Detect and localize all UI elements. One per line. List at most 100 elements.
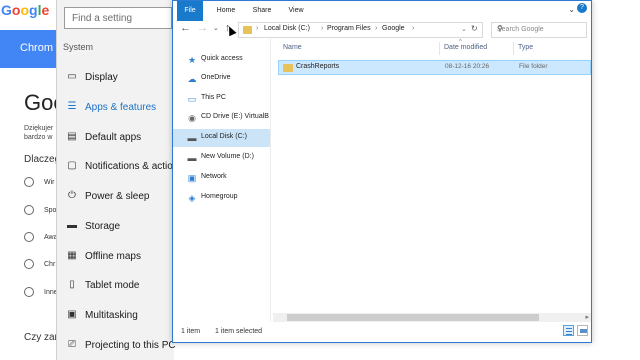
horizontal-scrollbar[interactable]: ▸ (273, 313, 591, 322)
back-arrow-icon[interactable]: ← (180, 22, 191, 34)
radio-option[interactable]: Chr (24, 259, 60, 271)
settings-item-default-apps[interactable]: ▤ Default apps (57, 126, 175, 150)
status-item-count: 1 item (181, 328, 201, 335)
file-row-crashreports[interactable]: CrashReports 08-12-16 20:26 File folder (278, 60, 591, 75)
settings-item-storage[interactable]: ▬ Storage (57, 215, 175, 239)
help-icon[interactable]: ? (577, 3, 587, 13)
display-icon: ▭ (67, 71, 77, 82)
settings-item-power-sleep[interactable]: ⏻ Power & sleep (57, 185, 175, 209)
breadcrumb-separator-icon[interactable]: › (321, 25, 323, 32)
survey-question: Dlaczeg (24, 154, 56, 165)
file-type: File folder (519, 63, 548, 70)
recent-locations-chevron-icon[interactable]: ⌄ (213, 24, 219, 32)
nav-item-homegroup[interactable]: ◈ Homegroup (173, 189, 270, 207)
nav-item-new-volume[interactable]: ▬ New Volume (D:) (173, 149, 270, 167)
radio-circle-icon[interactable] (24, 287, 34, 297)
cd-drive-icon: ◉ (188, 113, 196, 123)
radio-option[interactable]: Awa (24, 232, 60, 244)
address-bar[interactable]: › Local Disk (C:) › Program Files › Goog… (238, 22, 483, 38)
cloud-icon: ☁ (187, 74, 197, 84)
breadcrumb-google[interactable]: Google (382, 25, 405, 32)
large-icons-view-icon[interactable] (577, 325, 588, 336)
star-icon: ★ (187, 55, 197, 65)
refresh-icon[interactable]: ↻ (471, 24, 478, 33)
breadcrumb-separator-icon[interactable]: › (375, 25, 377, 32)
projecting-icon: ⎚ (68, 339, 76, 350)
nav-item-local-disk[interactable]: ▬ Local Disk (C:) (173, 129, 270, 147)
apps-list-icon: ☰ (67, 101, 77, 112)
network-icon: ▣ (187, 173, 197, 183)
settings-section-label: System (63, 42, 94, 52)
header-band-text: Chrom (20, 42, 54, 54)
file-name: CrashReports (296, 63, 340, 70)
nav-item-this-pc[interactable]: ▭ This PC (173, 90, 270, 108)
nav-item-quick-access[interactable]: ★ Quick access (173, 51, 270, 69)
settings-item-projecting[interactable]: ⎚ Projecting to this PC (57, 334, 176, 358)
breadcrumb-program-files[interactable]: Program Files (327, 25, 371, 32)
tab-share[interactable]: Share (247, 1, 277, 21)
settings-item-offline-maps[interactable]: ▦ Offline maps (57, 245, 175, 269)
multitasking-icon: ▣ (67, 309, 77, 320)
scrollbar-thumb[interactable] (287, 314, 539, 321)
column-header-name[interactable]: Name (283, 44, 302, 51)
google-logo: Google (1, 2, 50, 18)
radio-circle-icon[interactable] (24, 259, 34, 269)
nav-item-onedrive[interactable]: ☁ OneDrive (173, 70, 270, 88)
drive-icon: ▬ (187, 153, 197, 163)
column-divider[interactable] (513, 42, 514, 55)
settings-item-display[interactable]: ▭ Display (57, 66, 175, 90)
file-explorer-window: File Home Share View ⌄ ? ← → ⌄ ↑ › Local… (172, 0, 592, 343)
column-header-date[interactable]: Date modified (444, 44, 487, 51)
intro-text-line-2: bardzo w (24, 134, 53, 141)
status-bar: 1 item 1 item selected (173, 323, 591, 342)
nav-item-network[interactable]: ▣ Network (173, 169, 270, 187)
folder-icon (283, 64, 293, 72)
explorer-search-input[interactable]: Search Google ⚲ (491, 22, 587, 38)
radio-option[interactable]: Spo (24, 205, 60, 217)
status-selected: 1 item selected (215, 328, 263, 335)
search-icon: ⚲ (497, 24, 503, 33)
column-header-type[interactable]: Type (518, 44, 533, 51)
breadcrumb-local-disk[interactable]: Local Disk (C:) (264, 25, 310, 32)
settings-search-input[interactable]: Find a setting (64, 7, 172, 29)
tablet-icon: ▯ (69, 279, 75, 290)
radio-option[interactable]: Inne (24, 287, 60, 299)
scroll-right-arrow-icon[interactable]: ▸ (585, 313, 589, 321)
settings-search-placeholder: Find a setting (72, 13, 133, 24)
tab-home[interactable]: Home (211, 1, 241, 21)
file-list: ^ Name Date modified Type CrashReports 0… (273, 39, 591, 321)
map-icon: ▦ (67, 250, 77, 261)
address-history-chevron-icon[interactable]: ⌄ (461, 25, 467, 33)
settings-item-multitasking[interactable]: ▣ Multitasking (57, 304, 175, 328)
homegroup-icon: ◈ (188, 193, 196, 203)
column-divider[interactable] (439, 42, 440, 55)
settings-window: Find a setting System ▭ Display ☰ Apps &… (56, 0, 178, 360)
settings-item-tablet-mode[interactable]: ▯ Tablet mode (57, 274, 175, 298)
survey-question-2: Czy zam (24, 332, 58, 343)
default-apps-icon: ▤ (67, 131, 77, 142)
radio-circle-icon[interactable] (24, 205, 34, 215)
settings-item-apps-features[interactable]: ☰ Apps & features (57, 96, 175, 120)
drive-icon: ▬ (187, 133, 197, 143)
details-view-icon[interactable] (563, 325, 574, 336)
tab-view[interactable]: View (283, 1, 309, 21)
expand-ribbon-icon[interactable]: ⌄ (568, 5, 575, 14)
breadcrumb-separator-icon[interactable]: › (256, 25, 258, 32)
breadcrumb-separator-icon[interactable]: › (412, 25, 414, 32)
radio-option[interactable]: Wir (24, 177, 60, 189)
settings-item-notifications[interactable]: ▢ Notifications & action (57, 155, 178, 179)
forward-arrow-icon[interactable]: → (197, 22, 208, 34)
navigation-pane: ★ Quick access ☁ OneDrive ▭ This PC ◉ CD… (173, 39, 271, 321)
radio-circle-icon[interactable] (24, 232, 34, 242)
computer-icon: ▭ (187, 94, 197, 104)
radio-circle-icon[interactable] (24, 177, 34, 187)
storage-icon: ▬ (67, 220, 77, 231)
tab-file[interactable]: File (177, 1, 203, 21)
notifications-icon: ▢ (67, 160, 77, 171)
power-icon: ⏻ (68, 190, 76, 201)
file-date: 08-12-16 20:26 (445, 63, 490, 70)
folder-icon (243, 26, 252, 34)
intro-text-line-1: Dziękujer (24, 125, 54, 132)
ribbon-tabs: File Home Share View ⌄ ? (173, 1, 591, 21)
nav-item-cd-drive[interactable]: ◉ CD Drive (E:) VirtualB (173, 109, 270, 127)
